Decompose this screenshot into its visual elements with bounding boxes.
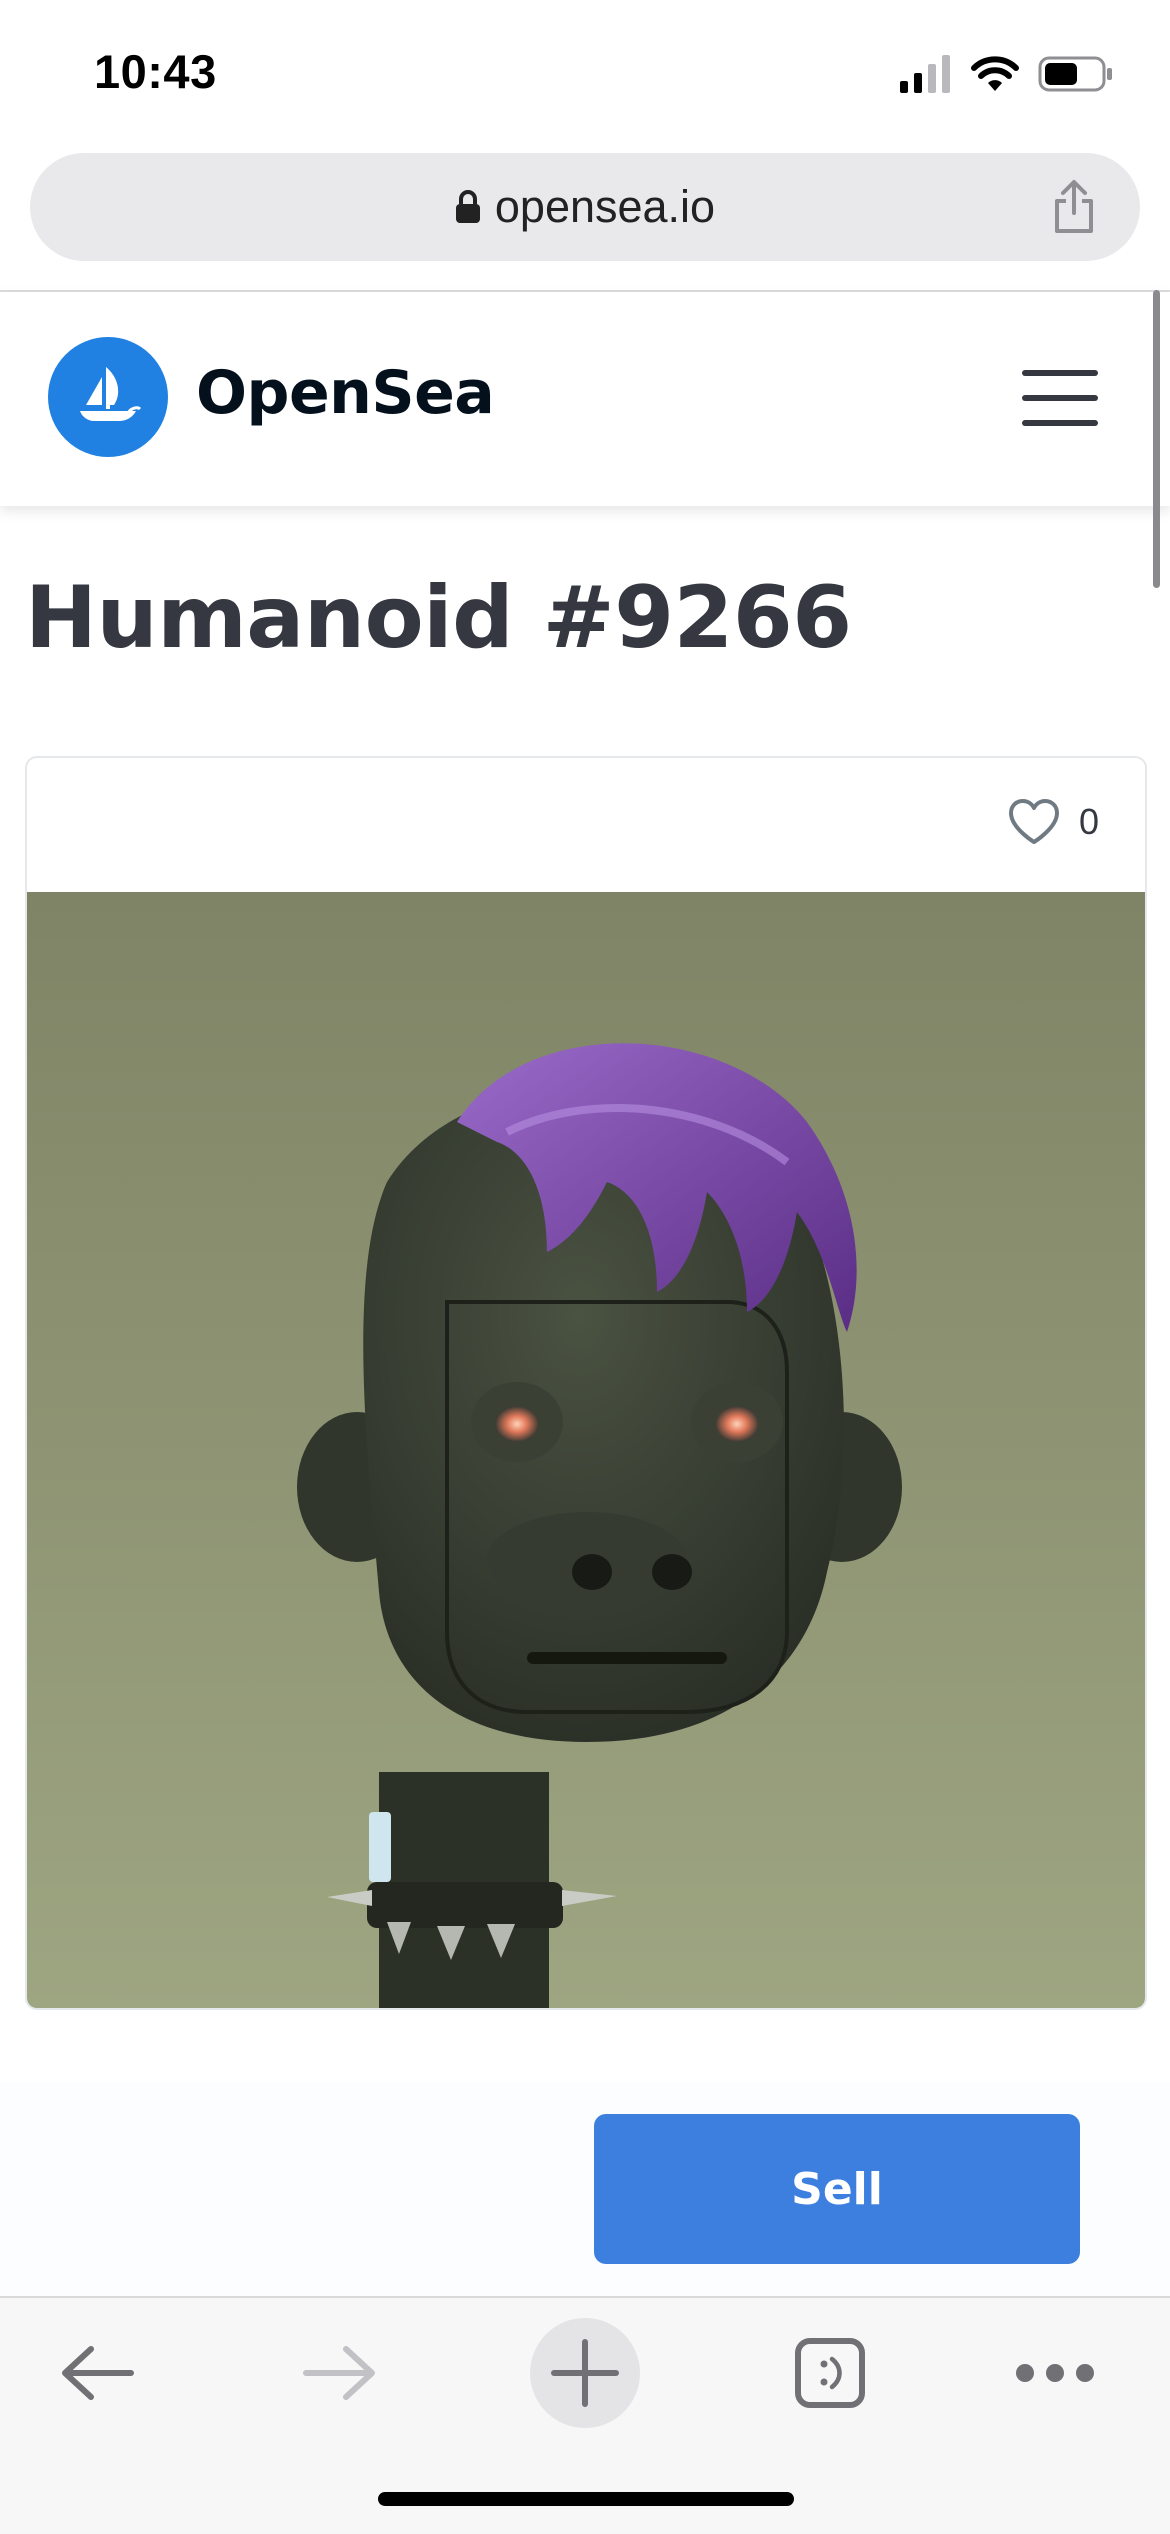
- sell-button[interactable]: Sell: [594, 2114, 1080, 2264]
- more-icon: [1016, 2364, 1094, 2382]
- more-button[interactable]: [1000, 2318, 1110, 2428]
- heart-icon: [1008, 799, 1059, 844]
- share-icon: [1055, 180, 1093, 233]
- forward-button[interactable]: [285, 2318, 395, 2428]
- hamburger-menu-icon[interactable]: [1022, 370, 1098, 426]
- ship-icon: [80, 367, 142, 421]
- back-button[interactable]: [42, 2318, 152, 2428]
- tabs-button[interactable]: [775, 2318, 885, 2428]
- favorite-count: 0: [1078, 801, 1099, 842]
- wifi-icon: [971, 56, 1019, 91]
- forward-arrow-icon: [303, 2346, 375, 2400]
- new-tab-button[interactable]: [530, 2318, 640, 2428]
- site-header: OpenSea: [0, 292, 1170, 506]
- status-icons: [900, 52, 1114, 96]
- opensea-logo-icon[interactable]: [48, 337, 168, 457]
- share-button[interactable]: [1046, 179, 1102, 235]
- back-arrow-icon: [62, 2346, 134, 2400]
- status-time: 10:43: [94, 45, 217, 98]
- url-display: opensea.io: [30, 153, 1140, 261]
- asset-media-card: 0: [25, 756, 1147, 2010]
- address-bar[interactable]: opensea.io: [30, 153, 1140, 261]
- cellular-signal-icon: [900, 55, 950, 93]
- battery-icon: [1038, 56, 1112, 92]
- tabs-icon: [795, 2338, 865, 2408]
- lock-icon: [455, 190, 480, 223]
- nft-artwork-image[interactable]: [27, 892, 1145, 2008]
- brand-name[interactable]: OpenSea: [196, 358, 495, 428]
- url-text: opensea.io: [494, 181, 716, 232]
- new-tab-plus-icon: [551, 2339, 619, 2407]
- home-indicator: [378, 2492, 794, 2506]
- status-bar: 10:43: [0, 0, 1170, 145]
- action-bar: Sell: [0, 2082, 1170, 2296]
- asset-title: Humanoid #9266: [25, 568, 852, 668]
- card-topbar: 0: [27, 758, 1145, 892]
- scroll-indicator: [1153, 290, 1160, 588]
- favorite-button[interactable]: 0: [1007, 798, 1099, 846]
